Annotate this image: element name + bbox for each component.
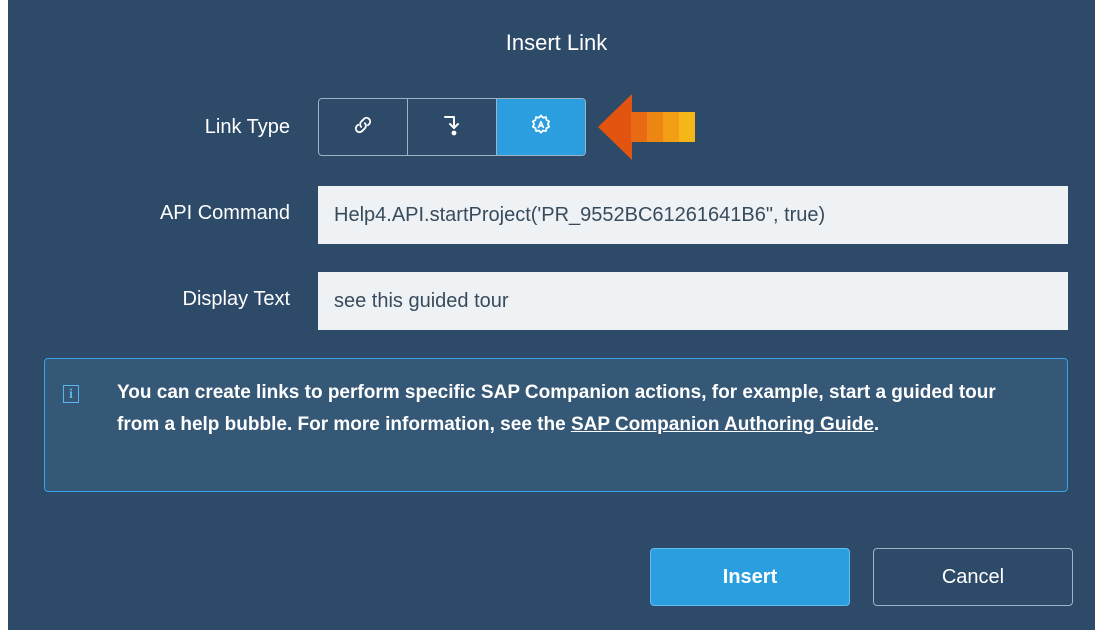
display-text-label: Display Text — [182, 288, 290, 310]
insert-link-dialog: Insert Link Link Type API Command Help4.… — [8, 0, 1095, 630]
link-type-url-button[interactable] — [319, 99, 408, 155]
authoring-guide-link[interactable]: SAP Companion Authoring Guide — [571, 414, 874, 435]
api-command-label: API Command — [159, 202, 290, 224]
link-type-segmented-control — [318, 98, 586, 156]
info-icon: i — [63, 385, 79, 403]
info-message-strip: i You can create links to perform specif… — [44, 358, 1068, 492]
link-type-label: Link Type — [204, 116, 290, 138]
display-text-input[interactable] — [318, 272, 1068, 330]
insert-button[interactable]: Insert — [650, 548, 850, 606]
api-command-input[interactable] — [318, 186, 1068, 244]
api-gear-icon — [529, 113, 553, 142]
link-type-api-button[interactable] — [497, 99, 585, 155]
cancel-button[interactable]: Cancel — [873, 548, 1073, 606]
info-text: You can create links to perform specific… — [117, 377, 1037, 441]
link-type-step-button[interactable] — [408, 99, 497, 155]
link-icon — [352, 114, 374, 141]
orange-pointer-arrow — [598, 94, 695, 160]
dialog-title: Insert Link — [505, 30, 608, 55]
step-arrow-icon — [441, 113, 463, 142]
info-text-end: . — [873, 414, 880, 435]
